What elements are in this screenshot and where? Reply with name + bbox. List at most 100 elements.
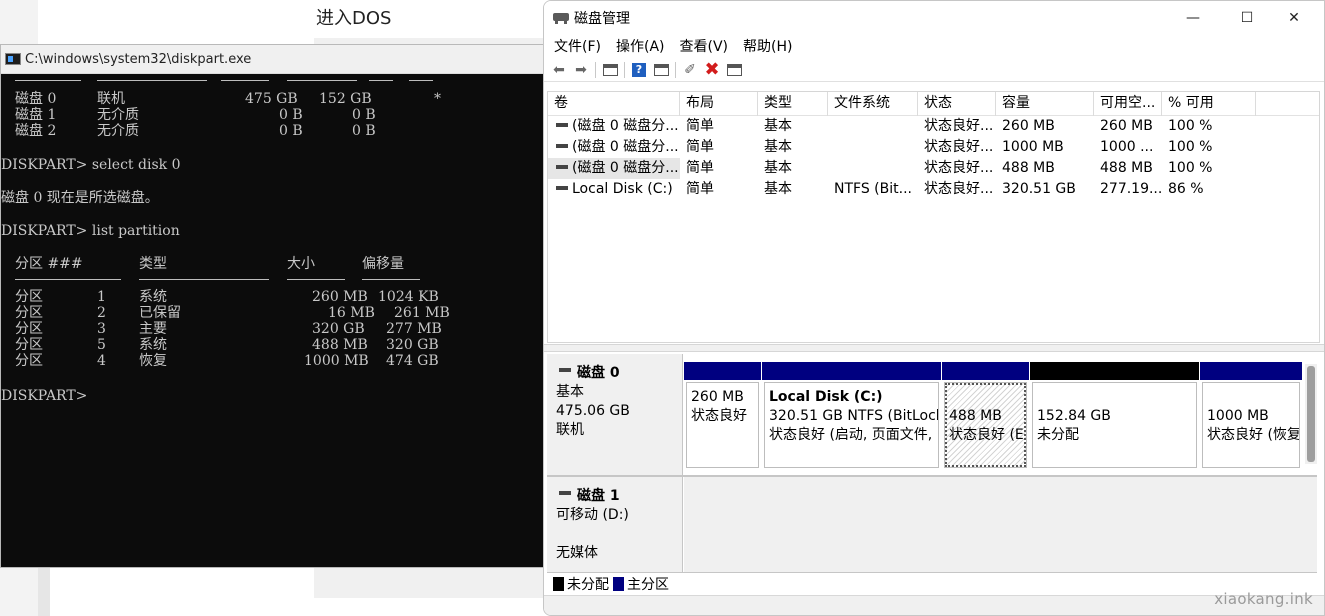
console-prompt[interactable]: DISKPART> (1, 388, 87, 404)
console-view-icon[interactable] (723, 60, 745, 80)
console-dash (409, 80, 433, 81)
table-row[interactable]: (磁盘 0 磁盘分... 简单 基本 状态良好... 260 MB 260 MB… (548, 116, 1319, 137)
partition-header: 类型 (139, 256, 167, 272)
menu-action[interactable]: 操作(A) (616, 36, 665, 56)
disk-icon (559, 368, 571, 372)
partition-color-bar (684, 362, 761, 380)
legend: 未分配 主分区 (547, 572, 1317, 595)
disk-0-label[interactable]: 磁盘 0 基本 475.06 GB 联机 (547, 354, 683, 475)
help-icon[interactable]: ? (628, 60, 650, 80)
legend-unallocated: 未分配 (553, 574, 609, 594)
console-dash (221, 80, 269, 81)
disk-status: 无媒体 (556, 545, 598, 561)
disk-type: 基本 (556, 384, 584, 400)
console-dash (15, 80, 81, 81)
background-strip (38, 565, 50, 616)
column-header-percent-free[interactable]: % 可用 (1162, 92, 1256, 116)
console-dash (369, 80, 393, 81)
partition-color-bar (942, 362, 1029, 380)
column-header-layout[interactable]: 布局 (680, 92, 758, 116)
disk-1-label[interactable]: 磁盘 1 可移动 (D:) 无媒体 (547, 477, 683, 572)
minimize-button[interactable]: — (1170, 1, 1216, 34)
menu-view[interactable]: 查看(V) (680, 36, 729, 56)
column-header-capacity[interactable]: 容量 (996, 92, 1094, 116)
back-arrow-icon[interactable]: ⬅ (548, 60, 570, 80)
pane-splitter[interactable] (544, 344, 1324, 352)
connect-icon[interactable]: ✐ (679, 60, 701, 80)
close-button[interactable]: ✕ (1271, 1, 1317, 34)
legend-swatch (553, 577, 564, 591)
volume-icon (556, 123, 568, 127)
console-dash (287, 279, 345, 280)
disk-type: 可移动 (D:) (556, 507, 629, 523)
partition-header: 大小 (287, 256, 315, 272)
dm-titlebar[interactable]: 磁盘管理 — ☐ ✕ (544, 1, 1324, 34)
volume-icon (556, 165, 568, 169)
menu-file[interactable]: 文件(F) (554, 36, 601, 56)
console-dash (97, 80, 207, 81)
volume-icon (556, 186, 568, 190)
table-row[interactable]: (磁盘 0 磁盘分... 简单 基本 状态良好... 488 MB 488 MB… (548, 158, 1319, 179)
legend-primary: 主分区 (613, 574, 669, 594)
disk-name: 磁盘 0 (577, 365, 620, 381)
menu-help[interactable]: 帮助(H) (743, 36, 792, 56)
view-panel-icon[interactable] (650, 60, 672, 80)
console-titlebar[interactable]: C:\windows\system32\diskpart.exe (1, 45, 549, 74)
watermark: xiaokang.ink (1214, 590, 1313, 608)
partition-block[interactable]: Local Disk (C:) 320.51 GB NTFS (BitLock … (762, 362, 941, 470)
disk-management-icon (553, 11, 569, 24)
disk-graphical-view[interactable]: 磁盘 0 基本 475.06 GB 联机 260 MB 状态良好 Local D… (547, 354, 1317, 572)
console-selected-message: 磁盘 0 现在是所选磁盘。 (1, 190, 159, 206)
partition-block-selected[interactable]: 488 MB 状态良好 (E (942, 362, 1029, 470)
status-bar (544, 595, 1324, 615)
toolbar: ⬅ ➡ ? ✐ ✖ (544, 58, 1324, 82)
legend-swatch (613, 577, 624, 591)
console-dash (287, 80, 357, 81)
console-dash (15, 279, 121, 280)
properties-icon[interactable] (599, 60, 621, 80)
console-title: C:\windows\system32\diskpart.exe (25, 51, 252, 67)
disk-status: 联机 (556, 422, 584, 438)
diskpart-console-window[interactable]: C:\windows\system32\diskpart.exe 磁盘 0 联机… (0, 44, 550, 568)
partition-block[interactable]: 1000 MB 状态良好 (恢复 (1200, 362, 1302, 470)
console-dash (362, 279, 420, 280)
partition-color-bar (1200, 362, 1302, 380)
partition-header: 分区 ### (15, 256, 83, 272)
column-header-status[interactable]: 状态 (918, 92, 996, 116)
scrollbar-thumb[interactable] (1307, 366, 1315, 462)
column-header-volume[interactable]: 卷 (548, 92, 680, 116)
volume-icon (556, 144, 568, 148)
forward-arrow-icon[interactable]: ➡ (570, 60, 592, 80)
column-header-type[interactable]: 类型 (758, 92, 828, 116)
column-header-free-space[interactable]: 可用空... (1094, 92, 1162, 116)
disk-size (556, 525, 682, 544)
toolbar-separator (675, 61, 676, 78)
console-list-command: DISKPART> list partition (1, 223, 180, 239)
partition-color-bar (762, 362, 941, 380)
disk-icon (559, 491, 571, 495)
column-header-filesystem[interactable]: 文件系统 (828, 92, 918, 116)
menu-bar: 文件(F) 操作(A) 查看(V) 帮助(H) (544, 34, 1324, 58)
partition-block[interactable]: 260 MB 状态良好 (684, 362, 761, 470)
console-dash (139, 279, 269, 280)
volume-list-header: 卷 布局 类型 文件系统 状态 容量 可用空... % 可用 (548, 92, 1319, 116)
dm-title: 磁盘管理 (574, 10, 630, 27)
graphical-view-scrollbar[interactable] (1305, 364, 1317, 464)
console-output[interactable]: 磁盘 0 联机 475 GB 152 GB * 磁盘 1 无介质 0 B 0 B… (1, 74, 549, 567)
partition-color-bar (1030, 362, 1199, 380)
disk-1-empty-area (684, 477, 1317, 572)
partition-header: 偏移量 (362, 256, 404, 272)
console-select-command: DISKPART> select disk 0 (1, 157, 181, 173)
disk-name: 磁盘 1 (577, 488, 620, 504)
delete-icon[interactable]: ✖ (701, 59, 723, 80)
maximize-button[interactable]: ☐ (1224, 1, 1270, 34)
background-title: 进入DOS (316, 8, 392, 29)
table-row[interactable]: Local Disk (C:) 简单 基本 NTFS (Bit... 状态良好.… (548, 179, 1319, 200)
disk-size: 475.06 GB (556, 403, 630, 419)
toolbar-separator (595, 61, 596, 78)
disk-management-window[interactable]: 磁盘管理 — ☐ ✕ 文件(F) 操作(A) 查看(V) 帮助(H) ⬅ ➡ ?… (543, 0, 1325, 616)
console-icon (5, 53, 21, 65)
table-row[interactable]: (磁盘 0 磁盘分... 简单 基本 状态良好... 1000 MB 1000 … (548, 137, 1319, 158)
volume-list[interactable]: 卷 布局 类型 文件系统 状态 容量 可用空... % 可用 (磁盘 0 磁盘分… (547, 91, 1320, 343)
unallocated-block[interactable]: 152.84 GB 未分配 (1030, 362, 1199, 470)
